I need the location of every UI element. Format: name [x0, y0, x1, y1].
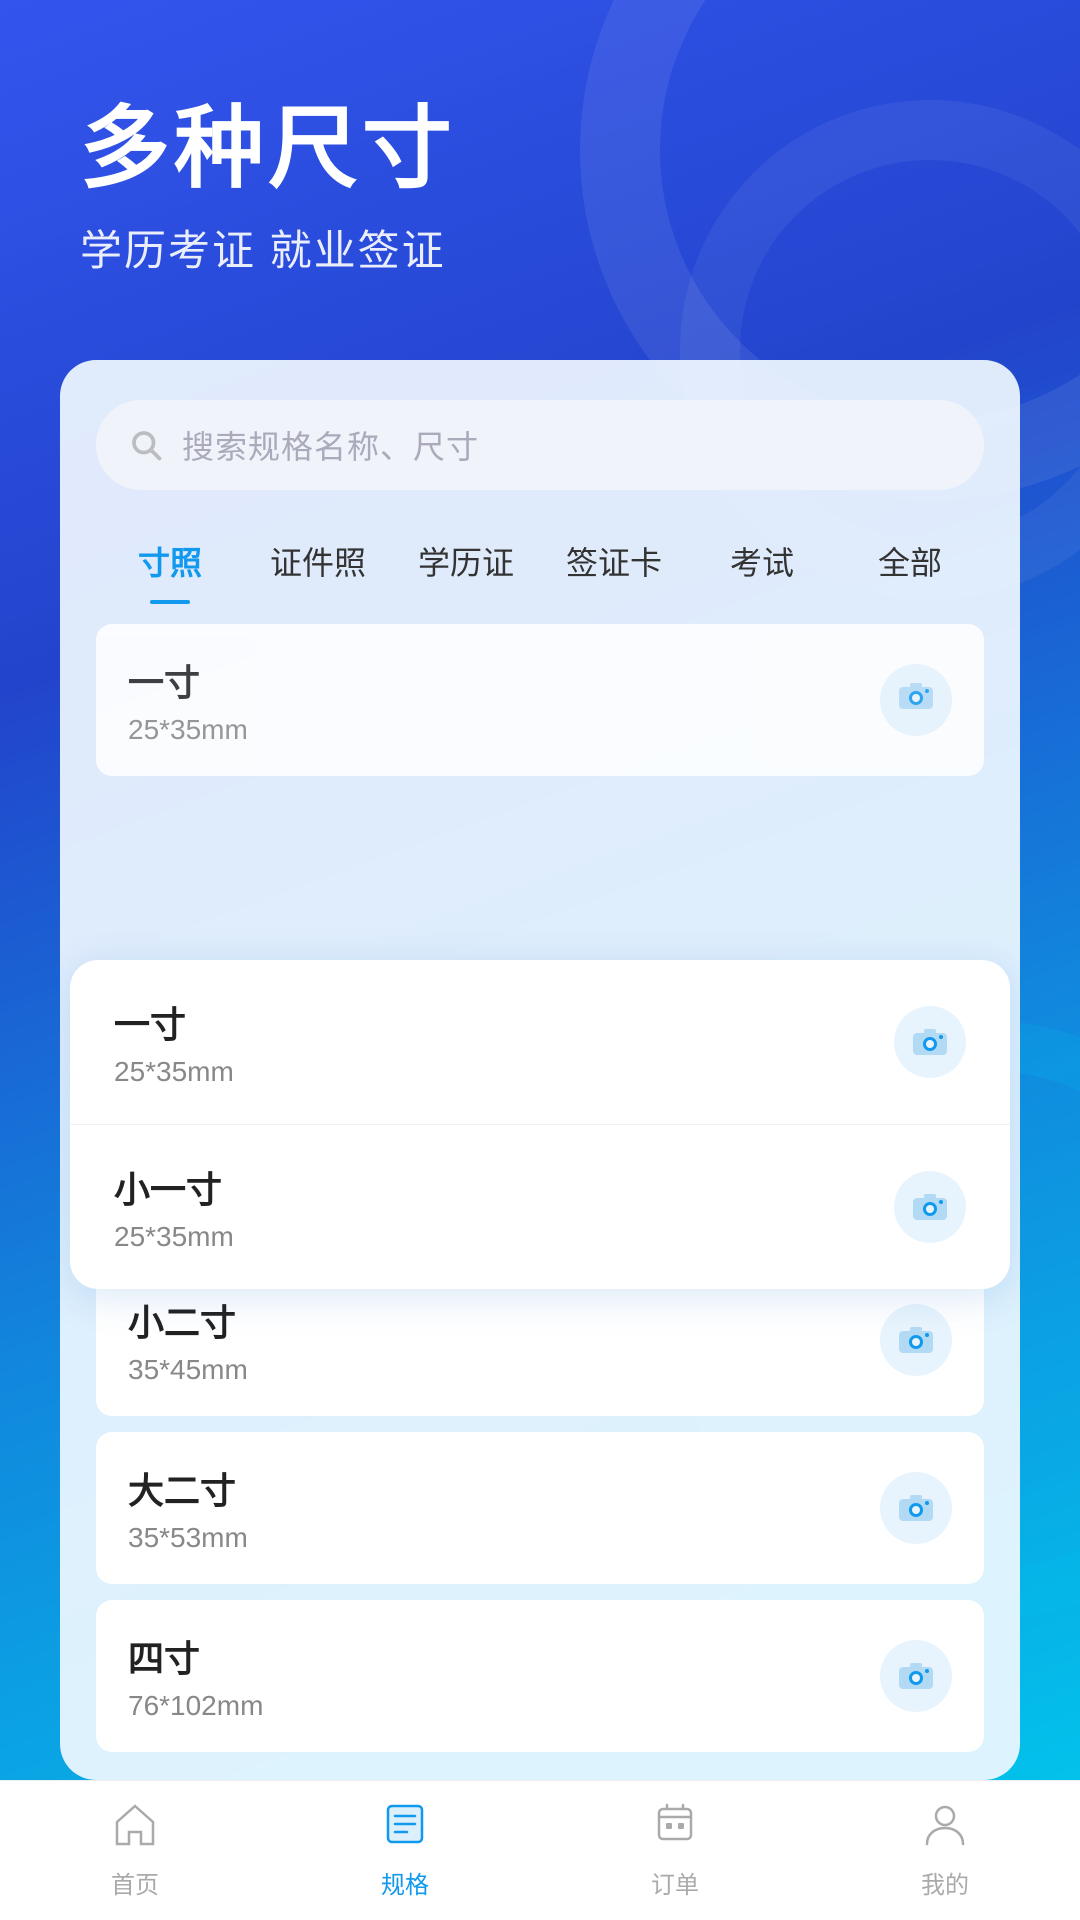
nav-item-order[interactable]: 订单 [540, 1802, 810, 1900]
page-title: 多种尺寸 [80, 100, 456, 199]
camera-button-daercun[interactable] [880, 1472, 952, 1544]
tab-qianzheng[interactable]: 签证卡 [540, 520, 688, 604]
camera-button-xiaoercun[interactable] [880, 1304, 952, 1376]
popup-item-name-2: 小一寸 [114, 1161, 234, 1213]
list-item-size-xiaoercun: 35*45mm [128, 1354, 248, 1386]
list-item-info: 一寸 25*35mm [128, 654, 248, 746]
nav-item-spec[interactable]: 规格 [270, 1802, 540, 1900]
list-item-sicun[interactable]: 四寸 76*102mm [96, 1600, 984, 1752]
tab-zhengjian[interactable]: 证件照 [244, 520, 392, 604]
list-item-info-sicun: 四寸 76*102mm [128, 1630, 263, 1722]
nav-label-spec: 规格 [381, 1865, 429, 1900]
tab-cunzhao[interactable]: 寸照 [96, 520, 244, 604]
nav-label-order: 订单 [651, 1865, 699, 1900]
main-card: 搜索规格名称、尺寸 寸照 证件照 学历证 签证卡 考试 全部 一寸 25*35m… [60, 360, 1020, 1780]
tab-kaoshi[interactable]: 考试 [688, 520, 836, 604]
camera-button-popup-2[interactable] [894, 1171, 966, 1243]
camera-button-sicun[interactable] [880, 1640, 952, 1712]
camera-icon [898, 681, 934, 720]
popup-item-yicun[interactable]: 一寸 25*35mm [70, 960, 1010, 1125]
list-item-info-xiaoercun: 小二寸 35*45mm [128, 1294, 248, 1386]
popup-item-info-2: 小一寸 25*35mm [114, 1161, 234, 1253]
popup-item-name-1: 一寸 [114, 996, 234, 1048]
page-subtitle: 学历考证 就业签证 [80, 217, 456, 278]
order-icon [652, 1802, 698, 1857]
camera-button-popup-1[interactable] [894, 1006, 966, 1078]
list-item-size: 25*35mm [128, 714, 248, 746]
search-bar[interactable]: 搜索规格名称、尺寸 [96, 400, 984, 490]
popup-item-info-1: 一寸 25*35mm [114, 996, 234, 1088]
search-placeholder-text: 搜索规格名称、尺寸 [182, 422, 479, 468]
tab-xuelizhen[interactable]: 学历证 [392, 520, 540, 604]
list-area: 一寸 25*35mm 一寸 [96, 624, 984, 1752]
spec-icon [382, 1802, 428, 1857]
list-item-daercun[interactable]: 大二寸 35*53mm [96, 1432, 984, 1584]
list-item-name-xiaoercun: 小二寸 [128, 1294, 248, 1346]
popup-card: 一寸 25*35mm 小一寸 25*35mm [70, 960, 1010, 1289]
list-item-name: 一寸 [128, 654, 248, 706]
nav-label-mine: 我的 [921, 1865, 969, 1900]
list-item-size-daercun: 35*53mm [128, 1522, 248, 1554]
bottom-nav: 首页 规格 订单 [0, 1780, 1080, 1920]
list-item-name-sicun: 四寸 [128, 1630, 263, 1682]
list-item-name-daercun: 大二寸 [128, 1462, 248, 1514]
nav-item-mine[interactable]: 我的 [810, 1802, 1080, 1900]
popup-item-size-1: 25*35mm [114, 1056, 234, 1088]
list-item-yicun-partial[interactable]: 一寸 25*35mm [96, 624, 984, 776]
list-item-info-daercun: 大二寸 35*53mm [128, 1462, 248, 1554]
header: 多种尺寸 学历考证 就业签证 [80, 100, 456, 278]
mine-icon [922, 1802, 968, 1857]
nav-label-home: 首页 [111, 1865, 159, 1900]
search-icon [128, 427, 164, 463]
tab-bar: 寸照 证件照 学历证 签证卡 考试 全部 [60, 510, 1020, 604]
nav-item-home[interactable]: 首页 [0, 1802, 270, 1900]
camera-button-yicun-partial[interactable] [880, 664, 952, 736]
popup-item-xiaoyicun[interactable]: 小一寸 25*35mm [70, 1125, 1010, 1289]
list-item-size-sicun: 76*102mm [128, 1690, 263, 1722]
popup-item-size-2: 25*35mm [114, 1221, 234, 1253]
tab-quanbu[interactable]: 全部 [836, 520, 984, 604]
home-icon [112, 1802, 158, 1857]
